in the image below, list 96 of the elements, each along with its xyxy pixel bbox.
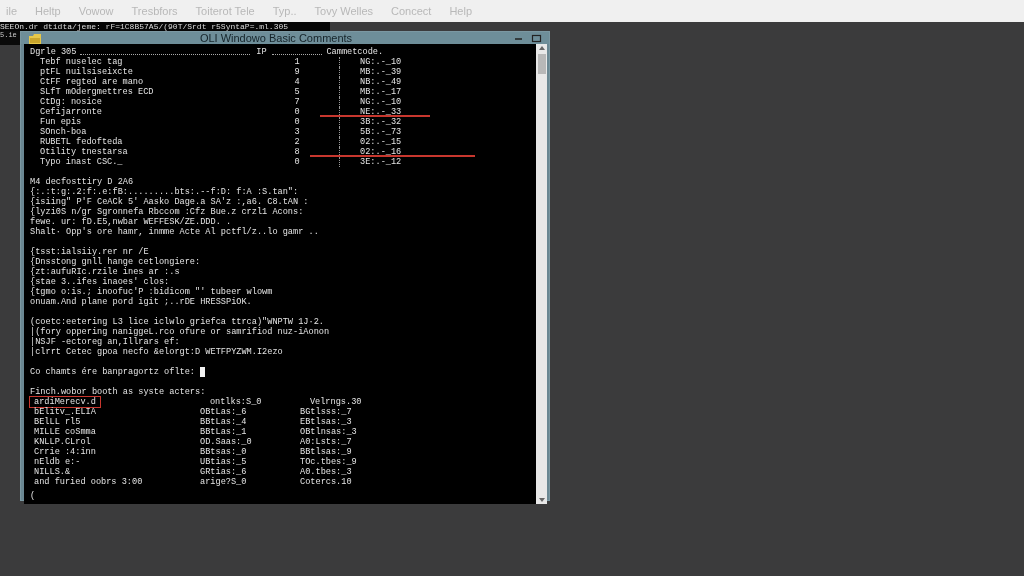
console-text: SOnch-boa [39,127,88,137]
console-text: 8 [293,147,301,157]
console-text: 4 [293,77,301,87]
console-text: EBtlsas:_3 [300,417,353,427]
console-text: BBtsas:_0 [200,447,248,457]
console-text: Co chamts ére banpragortz oflte: [30,367,196,377]
console-text: Crrie :4:inn [33,447,97,457]
console-text: {Dnsstong gnll hange cetlongiere: [30,257,202,267]
console-text: {tsst:ialsiiy.rer nr /E [30,247,150,257]
console-text: A0:Lsts:_7 [300,437,353,447]
console-text: MB:.-_17 [360,87,403,97]
console-text: UBtias:_5 [200,457,248,467]
scrollbar[interactable] [536,44,547,504]
console-text: GRtias:_6 [200,467,248,477]
console-text: fewe. ur: fD.E5,nwbar WEFFESK/ZE.DDD. . [30,217,233,227]
console-text: ( [30,491,37,501]
console-text: {:.:t:g:.2:f:.e:fB:.........bts:.--f:D: f:A :S.tan": [30,187,300,197]
console-text: MB:.-_39 [360,67,403,77]
column-header: IP [255,47,268,57]
menu-item[interactable]: Tresbfors [131,5,178,17]
console-text: BBtlsas:_9 [300,447,353,457]
up-arrow-icon[interactable] [536,44,547,52]
console-text: M4 decfosttiry D 2A6 [30,177,135,187]
console-text: Tebf nuselec tag [39,57,124,67]
console-text: 5 [293,87,301,97]
console-text: Cefijarronte [39,107,103,117]
column-header: Cammetcode. [326,47,385,57]
console-text: KNLLP.CLrol [33,437,92,447]
console-text: 3 [293,127,301,137]
console-text: {isiing" P'F CeACk 5' Aasko Dage.a SA'z :,a6. C8.tAN : [30,197,310,207]
down-arrow-icon[interactable] [536,496,547,504]
console-text: Shalt· Opp's ore hamr, inmme Acte Al pctfl/z..lo gamr .. [30,227,320,237]
console-text: nEldb e:- [33,457,82,467]
console-text: Typo inast CSC._ [39,157,124,167]
console-text: A0.tbes:_3 [300,467,353,477]
console-text: NG:.-_10 [360,97,403,107]
console-text: {lyzi0S n/gr Sgronnefa Rbccom :Cfz Bue.z crzl1 Acons: [30,207,305,217]
menu-item[interactable]: Typ.. [272,5,297,17]
console-text: BElLL rl5 [33,417,82,427]
console-text: {zt:aufuRIc.rzile ines ar :.s [30,267,181,277]
console-text: onuam.And plane pord igit ;..rDE HRESSPiOK. [30,297,253,307]
console-text: bElitv_.ELIA [33,407,97,417]
maximize-icon[interactable] [530,32,542,44]
console-text: and furied oobrs 3:00 [33,477,144,487]
console-text: MILLE coSmma [33,427,97,437]
console-text: 5B:.-_73 [360,127,403,137]
console-text: |NSJF -ectoreg an,Illrars ef: [30,337,181,347]
console-text: RUBETL fedofteda [39,137,124,147]
menu-item[interactable]: Vowow [78,5,114,17]
console-text: NB:.-_49 [360,77,403,87]
console-text: 7 [293,97,301,107]
window-title: OLI Windowo Basic Comments [198,32,354,44]
console-text: NE:.-_33 [360,107,403,117]
console-text: CtDg: nosice [39,97,103,107]
console-text: NILLS.& [33,467,72,477]
console-text: |(fory oppering naniggeL.rco ofure or samrifiod nuz-iAonon [30,327,331,337]
console-text: ontlks:S_0 [209,397,263,407]
console-text: ptFL nuilsiseixcte [39,67,134,77]
console-text: 3E:.-_12 [360,157,403,167]
console-text: OBtlnsas:_3 [300,427,358,437]
console-text: BBtLas:_1 [200,427,248,437]
path-bar: SEEOn.dr dtidta/jeme: rF=1C8B57A5/(90T/Srdt r5SyntaP=.ml.305 [0,22,330,31]
menu-item[interactable]: Heltp [35,5,61,17]
console-text: Velrngs.30 [309,397,363,407]
console-text: arige?S_0 [200,477,248,487]
column-header: Dgrle 305 [30,47,77,57]
console-text: Fun epis [39,117,83,127]
console-text: 0 [293,117,301,127]
console-text: CtFF regted are mano [39,77,145,87]
console-text: |clrrt Cetec gpoa necfo &elorgt:D WETFPYZWM.I2ezo [30,347,284,357]
text-cursor [200,367,206,377]
scroll-thumb[interactable] [537,54,546,74]
console-text: NG:.-_10 [360,57,403,67]
console-text: SLfT mOdergmettres ECD [39,87,155,97]
console-text: OD.Saas:_0 [200,437,253,447]
console-text: 3B:.-_32 [360,117,403,127]
console-text: ardiMerecv.d [30,397,100,407]
console-text: 0 [293,107,301,117]
console-text: {stae 3..ifes inaoes' clos: [30,277,171,287]
console-text: 1 [293,57,301,67]
console-text: OBtLas:_6 [200,407,248,417]
console-text: Cotercs.10 [300,477,353,487]
menu-item[interactable]: Help [449,5,473,17]
console-text: 02:.-_16 [360,147,403,157]
console-text: BBtLas:_4 [200,417,248,427]
console-text: TOc.tbes:_9 [300,457,358,467]
console-text: (coetc:eetering L3 lice iclwlo griefca ttrca)"WNPTW 1J·2. [30,317,325,327]
console-text: 0 [293,157,301,167]
folder-icon [29,32,41,44]
console-text: BGtlsss:_7 [300,407,353,417]
console-text: Finch.wobor booth as syste acters: [30,387,207,397]
console-text: 9 [293,67,301,77]
console-text: Otility tnestarsa [39,147,129,157]
console-text: {tgmo o:is.; inoofuc'P :bidicom "' tubeer wlowm [30,287,274,297]
console-text: 2 [293,137,301,147]
console-text: 02:.-_15 [360,137,403,147]
